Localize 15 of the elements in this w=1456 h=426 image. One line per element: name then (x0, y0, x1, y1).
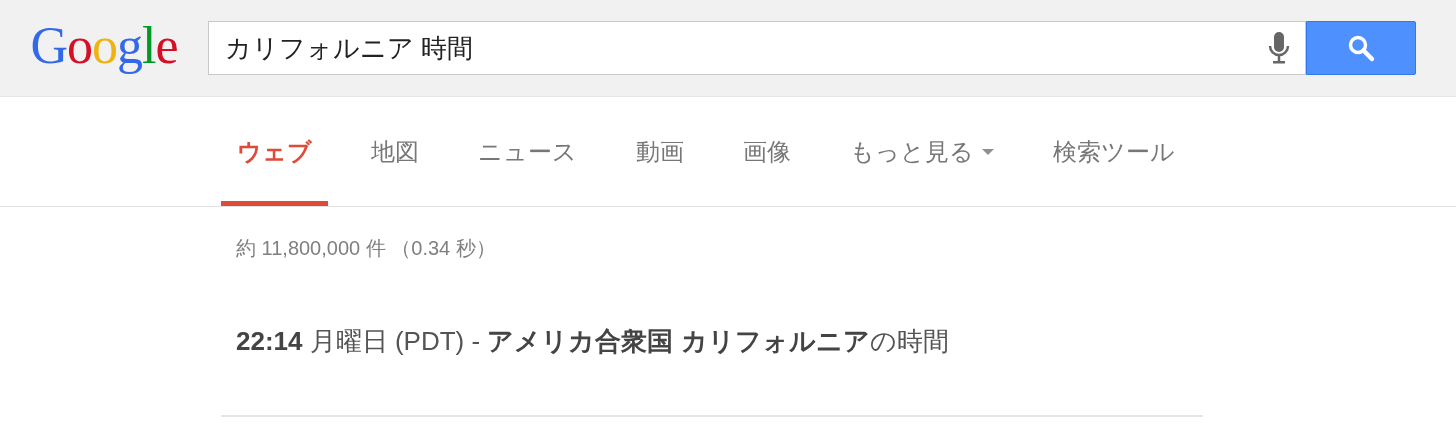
search-button[interactable] (1306, 21, 1416, 75)
time-answer: 22:14 月曜日 (PDT) - アメリカ合衆国 カリフォルニアの時間 (236, 325, 950, 358)
nav-tab[interactable]: ウェブ (221, 97, 328, 206)
nav-tab[interactable]: 画像 (727, 97, 807, 206)
nav-tab[interactable]: 検索ツール (1037, 97, 1191, 206)
nav-tab[interactable]: 動画 (620, 97, 700, 206)
search-field[interactable]: カリフォルニア 時間 (208, 21, 1306, 75)
search-icon (1346, 33, 1376, 63)
caret-icon (982, 148, 994, 155)
nav-tab[interactable]: もっと見る (834, 97, 1010, 206)
nav-tab[interactable]: 地図 (355, 97, 435, 206)
nav-tab[interactable]: ニュース (462, 97, 593, 206)
google-logo[interactable]: Google (0, 15, 208, 75)
result-stats: 約 11,800,000 件 （0.34 秒） (236, 236, 497, 261)
microphone-icon[interactable] (1268, 31, 1290, 65)
